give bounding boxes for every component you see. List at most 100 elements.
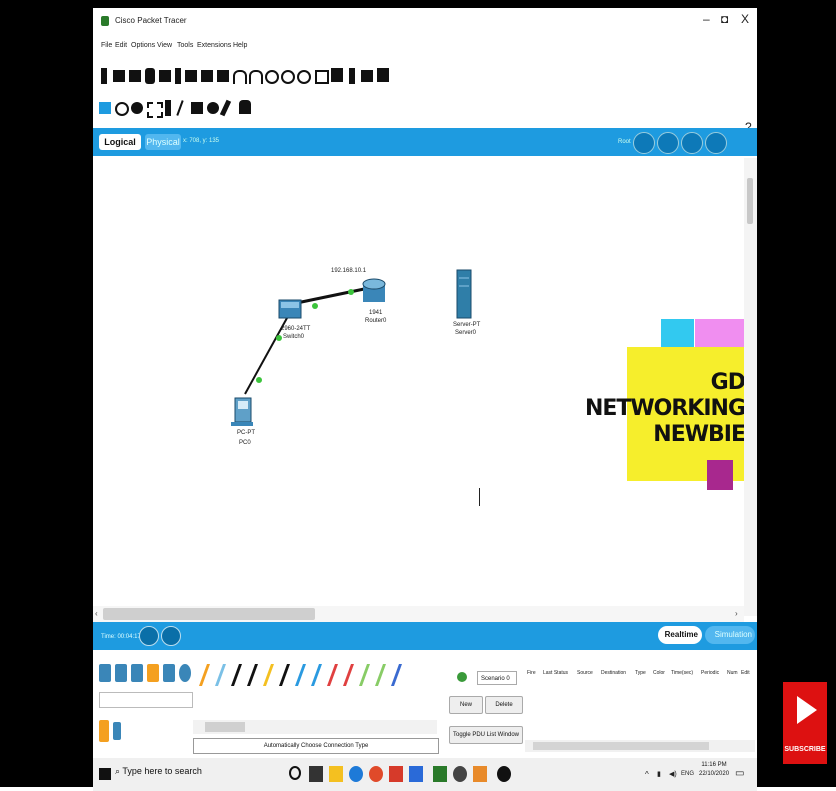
end-devices-icon[interactable] xyxy=(115,664,127,682)
selected-cable-icon[interactable] xyxy=(99,720,109,742)
menu-view[interactable]: View xyxy=(157,42,172,49)
copy-icon[interactable] xyxy=(201,70,213,82)
save-icon[interactable] xyxy=(129,70,141,82)
menu-tools[interactable]: Tools xyxy=(177,42,193,49)
tray-chevron-icon[interactable]: ^ xyxy=(645,770,649,779)
add-complex-pdu-icon[interactable] xyxy=(239,100,251,114)
vertical-scrollbar[interactable] xyxy=(744,158,757,616)
horizontal-scroll-thumb[interactable] xyxy=(103,608,315,620)
simulation-time: Time: 00:04:17 xyxy=(101,634,141,640)
connections-category-icon[interactable] xyxy=(147,664,159,682)
tray-network-icon[interactable]: ▮ xyxy=(657,770,661,778)
menu-extensions[interactable]: Extensions xyxy=(197,42,231,49)
task-view-icon[interactable] xyxy=(309,766,323,782)
vertical-scroll-thumb[interactable] xyxy=(747,178,753,224)
obs-icon[interactable] xyxy=(497,766,511,782)
drawing-palette-icon[interactable] xyxy=(315,70,329,84)
new-scenario-button[interactable]: New xyxy=(449,696,483,714)
edge-icon[interactable] xyxy=(349,766,363,782)
draw-ellipse-icon[interactable] xyxy=(207,102,219,114)
delete-icon[interactable] xyxy=(131,102,143,114)
menu-edit[interactable]: Edit xyxy=(115,42,127,49)
taskbar-search[interactable]: ⌕ Type here to search xyxy=(115,766,202,777)
switch-icon[interactable] xyxy=(278,299,302,319)
toggle-pdu-list-button[interactable]: Toggle PDU List Window xyxy=(449,726,523,744)
media-player-icon[interactable] xyxy=(473,766,487,782)
cable-variant-icon[interactable] xyxy=(113,722,121,740)
move-object-icon[interactable] xyxy=(681,132,703,154)
fire-pdu-icon[interactable] xyxy=(457,672,467,682)
scroll-left-icon[interactable]: ‹ xyxy=(95,609,98,618)
cortana-icon[interactable] xyxy=(289,766,301,780)
close-button[interactable]: X xyxy=(741,12,749,26)
video-border-left xyxy=(0,0,93,787)
redo-icon[interactable] xyxy=(249,70,263,84)
open-file-icon[interactable] xyxy=(113,70,125,82)
maximize-button[interactable]: ◘ xyxy=(721,12,728,26)
server-icon[interactable] xyxy=(456,269,472,319)
ipc-icon[interactable] xyxy=(377,68,389,82)
viewport-toggle-icon[interactable] xyxy=(705,132,727,154)
fast-forward-icon[interactable] xyxy=(161,626,181,646)
new-cluster-icon[interactable] xyxy=(657,132,679,154)
pdu-col-type: Type xyxy=(635,670,646,676)
minimize-button[interactable]: – xyxy=(703,12,710,26)
simulation-mode-button[interactable]: Simulation xyxy=(705,626,755,644)
select-icon[interactable] xyxy=(99,102,111,114)
scenario-select[interactable]: Scenario 0 xyxy=(477,671,517,685)
draw-line-icon[interactable] xyxy=(176,100,184,116)
tab-logical[interactable]: Logical xyxy=(99,134,141,150)
title-bar: Cisco Packet Tracer – ◘ X xyxy=(93,8,757,34)
router-icon[interactable] xyxy=(362,278,386,302)
tab-physical[interactable]: Physical xyxy=(145,134,181,150)
zoom-reset-icon[interactable] xyxy=(281,70,295,84)
menu-help[interactable]: Help xyxy=(233,42,247,49)
freeform-pen-icon[interactable] xyxy=(219,99,232,117)
print-icon[interactable] xyxy=(145,68,155,84)
file-explorer-icon[interactable] xyxy=(329,766,343,782)
menu-file[interactable]: File xyxy=(101,42,112,49)
pdf-reader-icon[interactable] xyxy=(389,766,403,782)
cable-scroll-thumb[interactable] xyxy=(205,722,245,732)
back-icon[interactable] xyxy=(633,132,655,154)
misc-icon[interactable] xyxy=(163,664,175,682)
pdu-icon[interactable] xyxy=(361,70,373,82)
settings-icon[interactable] xyxy=(453,766,467,782)
delete-scenario-button[interactable]: Delete xyxy=(485,696,523,714)
chrome-icon[interactable] xyxy=(369,766,383,782)
zoom-in-icon[interactable] xyxy=(265,70,279,84)
scroll-right-icon[interactable]: › xyxy=(735,609,738,618)
tray-language[interactable]: ENG xyxy=(681,771,694,777)
store-icon[interactable] xyxy=(409,766,423,782)
pc-icon[interactable] xyxy=(231,397,253,426)
pdu-col-edit: Edit xyxy=(741,670,750,676)
custom-devices-dialog-icon[interactable] xyxy=(331,68,343,82)
inspect-icon[interactable] xyxy=(115,102,129,116)
paste-icon[interactable] xyxy=(217,70,229,82)
components-icon[interactable] xyxy=(131,664,143,682)
undo-icon[interactable] xyxy=(233,70,247,84)
notification-icon[interactable]: ▭ xyxy=(735,768,744,779)
activity-wizard-icon[interactable] xyxy=(159,70,171,82)
new-file-icon[interactable] xyxy=(101,68,107,84)
menu-options[interactable]: Options xyxy=(131,42,155,49)
packet-tracer-taskbar-icon[interactable] xyxy=(433,766,447,782)
realtime-mode-button[interactable]: Realtime xyxy=(658,626,702,644)
zoom-out-icon[interactable] xyxy=(297,70,311,84)
network-devices-icon[interactable] xyxy=(99,664,111,682)
place-note-icon[interactable] xyxy=(165,100,171,116)
custom-device-icon[interactable] xyxy=(185,70,197,82)
multiuser-icon[interactable] xyxy=(179,664,191,682)
windows-start-icon[interactable] xyxy=(99,768,111,780)
pdu-table-scroll-thumb[interactable] xyxy=(533,742,709,750)
logo-pink-block xyxy=(695,319,747,349)
tray-volume-icon[interactable]: ◀) xyxy=(669,770,677,778)
link-light xyxy=(312,303,318,309)
network-info-icon[interactable] xyxy=(175,68,181,84)
device-model-box xyxy=(99,692,193,708)
tray-clock[interactable]: 11:16 PM 22/10/2020 xyxy=(699,761,729,779)
draw-rectangle-icon[interactable] xyxy=(191,102,203,114)
resize-shape-icon[interactable] xyxy=(147,102,163,118)
power-cycle-icon[interactable] xyxy=(139,626,159,646)
viewport-icon[interactable] xyxy=(349,68,355,84)
